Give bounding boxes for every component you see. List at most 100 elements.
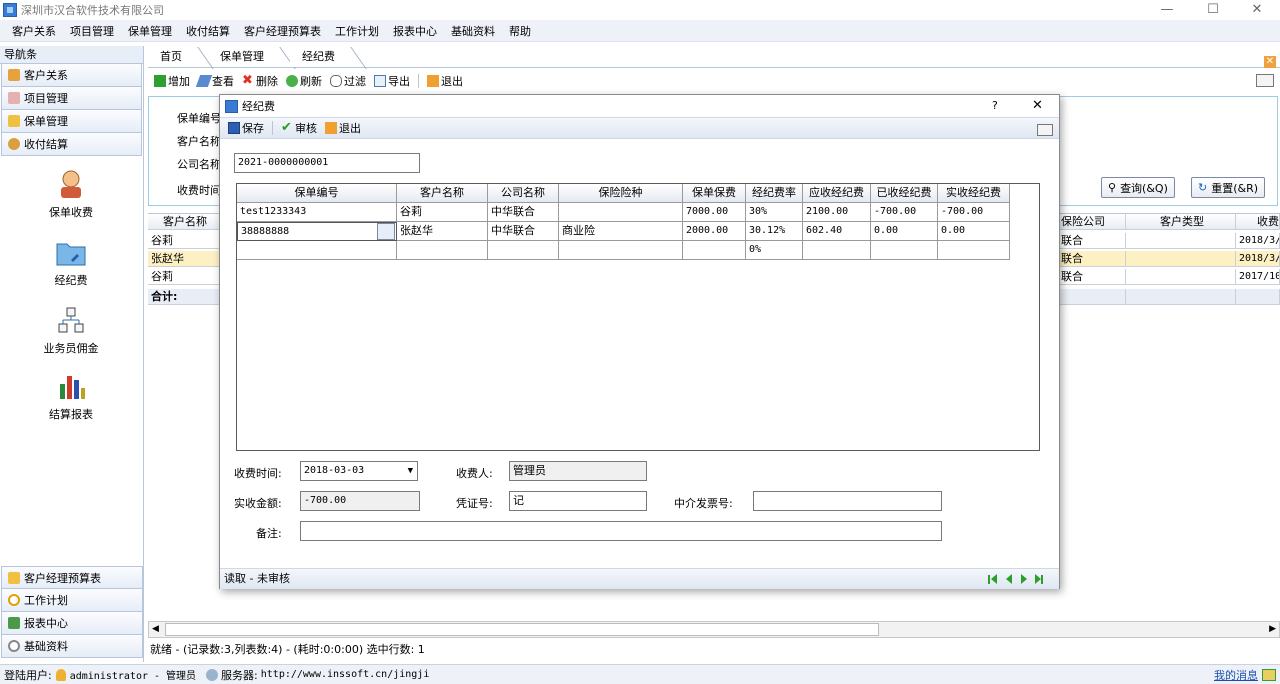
cell-company[interactable]: 中华联合: [488, 222, 559, 241]
cell-premium[interactable]: 2000.00: [683, 222, 746, 241]
horizontal-scrollbar[interactable]: ◀ ▶: [148, 621, 1280, 638]
options-icon[interactable]: [1037, 124, 1053, 136]
column-header[interactable]: 公司名称: [488, 184, 559, 203]
tab-home[interactable]: 首页: [148, 47, 214, 69]
save-button[interactable]: 保存: [228, 120, 264, 136]
column-header[interactable]: 收费: [1236, 214, 1280, 230]
column-header[interactable]: 客户类型: [1126, 214, 1236, 230]
dialog-exit-button[interactable]: 退出: [325, 120, 361, 136]
column-menu-icon[interactable]: [1256, 74, 1274, 87]
column-header[interactable]: 保险险种: [559, 184, 683, 203]
cell-actual[interactable]: 0.00: [938, 222, 1010, 241]
column-header[interactable]: 实收经纪费: [938, 184, 1010, 203]
nav-tool-policy-charge[interactable]: 保单收费: [0, 168, 142, 220]
charge-time-select[interactable]: 2018-03-03 ▼: [300, 461, 418, 481]
menu-customer[interactable]: 客户关系: [6, 23, 64, 39]
cell-receivable[interactable]: [803, 241, 871, 260]
chevron-down-icon[interactable]: ▼: [408, 462, 413, 480]
cell-rate[interactable]: 30%: [746, 203, 803, 222]
menu-policy[interactable]: 保单管理: [122, 23, 180, 39]
column-header[interactable]: 保险公司: [1058, 214, 1126, 230]
policy-no-editor[interactable]: 38888888: [237, 222, 397, 241]
column-header[interactable]: 保单保费: [683, 184, 746, 203]
nav-tool-brokerage[interactable]: 经纪费: [0, 236, 142, 288]
document-number-field[interactable]: 2021-0000000001: [234, 153, 420, 173]
message-icon[interactable]: [1262, 669, 1276, 681]
column-header[interactable]: 保单编号: [237, 184, 397, 203]
nav-section-customer[interactable]: 客户关系: [1, 64, 142, 87]
nav-section-workplan[interactable]: 工作计划: [1, 589, 143, 612]
cell-company[interactable]: 中华联合: [488, 203, 559, 222]
export-button[interactable]: 导出: [374, 73, 410, 89]
first-record-arrow-icon[interactable]: [991, 574, 997, 584]
menu-basedata[interactable]: 基础资料: [445, 23, 503, 39]
cell-premium[interactable]: [683, 241, 746, 260]
close-tab-icon[interactable]: ✕: [1264, 56, 1276, 68]
view-button[interactable]: 查看: [195, 73, 234, 89]
menu-help[interactable]: 帮助: [503, 23, 539, 39]
column-header[interactable]: 应收经纪费: [803, 184, 871, 203]
cell-received[interactable]: 0.00: [871, 222, 938, 241]
scroll-left-icon[interactable]: ◀: [152, 624, 159, 634]
amount-field[interactable]: -700.00: [300, 491, 420, 511]
menu-budget[interactable]: 客户经理预算表: [238, 23, 329, 39]
remark-field[interactable]: [300, 521, 942, 541]
nav-section-settlement[interactable]: 收付结算: [1, 133, 142, 156]
voucher-field[interactable]: 记: [509, 491, 647, 511]
nav-tool-report[interactable]: 结算报表: [0, 370, 142, 422]
cell-receivable[interactable]: 602.40: [803, 222, 871, 241]
dialog-close-button[interactable]: ✕: [1032, 98, 1043, 113]
add-button[interactable]: 增加: [154, 73, 190, 89]
next-record-icon[interactable]: [1021, 574, 1027, 584]
cell-rate[interactable]: 0%: [746, 241, 803, 260]
menu-project[interactable]: 项目管理: [64, 23, 122, 39]
scrollbar-thumb[interactable]: [165, 623, 879, 636]
nav-section-basedata[interactable]: 基础资料: [1, 635, 143, 658]
menu-settlement[interactable]: 收付结算: [180, 23, 238, 39]
nav-section-reports[interactable]: 报表中心: [1, 612, 143, 635]
last-record-bar-icon[interactable]: [1041, 575, 1043, 584]
cell-premium[interactable]: 7000.00: [683, 203, 746, 222]
query-button[interactable]: ⚲ 查询(&Q): [1101, 177, 1175, 198]
column-header[interactable]: 客户名称: [397, 184, 488, 203]
cell-receivable[interactable]: 2100.00: [803, 203, 871, 222]
cell-customer[interactable]: [397, 241, 488, 260]
previous-record-icon[interactable]: [1006, 574, 1012, 584]
maximize-button[interactable]: ☐: [1190, 0, 1236, 20]
my-messages-link[interactable]: 我的消息: [1214, 667, 1258, 683]
cell-actual[interactable]: -700.00: [938, 203, 1010, 222]
cell-insurance-type[interactable]: [559, 203, 683, 222]
cell-rate[interactable]: 30.12%: [746, 222, 803, 241]
cell-actual[interactable]: [938, 241, 1010, 260]
column-header[interactable]: 客户名称: [148, 214, 220, 230]
tab-brokerage[interactable]: 经纪费: [290, 47, 367, 69]
nav-section-policy[interactable]: 保单管理: [1, 110, 142, 133]
cell-policy-no[interactable]: test1233343: [237, 203, 397, 222]
nav-tool-commission[interactable]: 业务员佣金: [0, 304, 142, 356]
cell-policy-no[interactable]: [237, 241, 397, 260]
exit-button[interactable]: 退出: [427, 73, 463, 89]
cell-received[interactable]: [871, 241, 938, 260]
scroll-right-icon[interactable]: ▶: [1269, 624, 1276, 634]
payee-field[interactable]: 管理员: [509, 461, 647, 481]
column-header[interactable]: 已收经纪费: [871, 184, 938, 203]
menu-workplan[interactable]: 工作计划: [329, 23, 387, 39]
cell-insurance-type[interactable]: [559, 241, 683, 260]
tab-policy[interactable]: 保单管理: [208, 47, 296, 69]
reset-button[interactable]: ↻ 重置(&R): [1191, 177, 1266, 198]
cell-received[interactable]: -700.00: [871, 203, 938, 222]
delete-button[interactable]: ✖ 删除: [242, 73, 278, 89]
first-record-icon[interactable]: [988, 575, 990, 584]
cell-company[interactable]: [488, 241, 559, 260]
help-button[interactable]: ?: [992, 99, 998, 112]
filter-button[interactable]: 过滤: [330, 73, 366, 89]
audit-button[interactable]: ✔ 审核: [281, 120, 317, 136]
close-window-button[interactable]: ✕: [1234, 0, 1280, 20]
invoice-field[interactable]: [753, 491, 942, 511]
cell-insurance-type[interactable]: 商业险: [559, 222, 683, 241]
nav-section-budget[interactable]: 客户经理预算表: [1, 566, 143, 589]
lookup-icon[interactable]: [377, 223, 395, 240]
menu-reports[interactable]: 报表中心: [387, 23, 445, 39]
cell-customer[interactable]: 谷莉: [397, 203, 488, 222]
cell-customer[interactable]: 张赵华: [397, 222, 488, 241]
